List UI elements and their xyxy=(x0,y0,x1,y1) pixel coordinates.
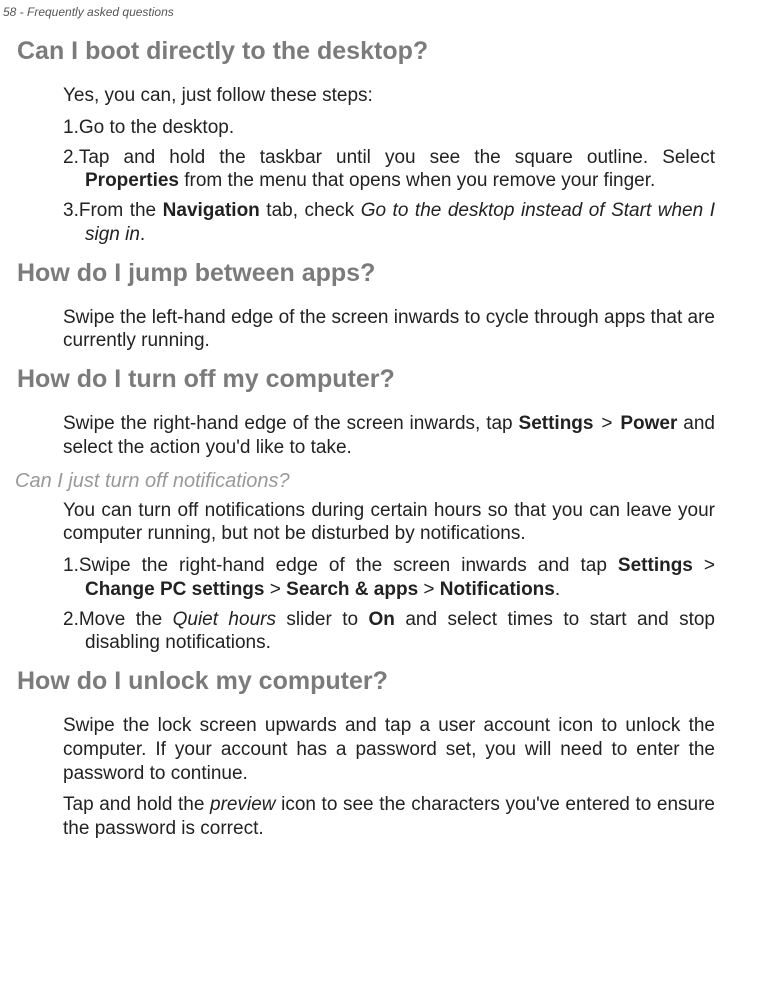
heading-turn-off: How do I turn off my computer? xyxy=(17,365,763,394)
step-text: . xyxy=(140,224,145,245)
step-number: 1. xyxy=(63,117,79,138)
bold-text: Settings xyxy=(519,413,594,434)
step-item: 1.Swipe the right-hand edge of the scree… xyxy=(63,554,715,602)
body-text: Swipe the left-hand edge of the screen i… xyxy=(63,306,715,354)
step-number: 1. xyxy=(63,555,79,576)
step-text: Tap and hold the taskbar until you see t… xyxy=(79,147,715,168)
step-text: tab, check xyxy=(260,200,361,221)
step-number: 2. xyxy=(63,609,79,630)
body-text: Swipe the right-hand edge of the screen … xyxy=(63,412,715,460)
step-item: 3.From the Navigation tab, check Go to t… xyxy=(63,199,715,247)
bold-text: Power xyxy=(620,413,677,434)
separator: > xyxy=(264,579,286,600)
separator: > xyxy=(418,579,440,600)
body-text: Swipe the lock screen upwards and tap a … xyxy=(63,714,715,785)
separator: > xyxy=(693,555,715,576)
step-text: Move the xyxy=(79,609,173,630)
text: Swipe the right-hand edge of the screen … xyxy=(63,413,519,434)
page-header: 58 - Frequently asked questions xyxy=(3,5,763,19)
step-item: 2.Tap and hold the taskbar until you see… xyxy=(63,146,715,194)
step-text: Go to the desktop. xyxy=(79,117,234,138)
bold-text: Properties xyxy=(85,170,179,191)
bold-text: Settings xyxy=(618,555,693,576)
step-text: From the xyxy=(79,200,163,221)
step-number: 3. xyxy=(63,200,79,221)
subheading-notifications: Can I just turn off notifications? xyxy=(15,470,763,493)
body-text: Tap and hold the preview icon to see the… xyxy=(63,793,715,841)
step-text: Swipe the right-hand edge of the screen … xyxy=(79,555,618,576)
italic-text: Quiet hours xyxy=(173,609,276,630)
step-number: 2. xyxy=(63,147,79,168)
heading-jump-apps: How do I jump between apps? xyxy=(17,259,763,288)
bold-text: Notifications xyxy=(440,579,555,600)
heading-unlock: How do I unlock my computer? xyxy=(17,667,763,696)
step-text: slider to xyxy=(276,609,369,630)
intro-text: Yes, you can, just follow these steps: xyxy=(63,84,715,108)
heading-boot-desktop: Can I boot directly to the desktop? xyxy=(17,37,763,66)
separator: > xyxy=(595,413,618,434)
step-text: from the menu that opens when you remove… xyxy=(179,170,655,191)
bold-text: Change PC settings xyxy=(85,579,264,600)
step-text: . xyxy=(555,579,560,600)
text: Tap and hold the xyxy=(63,794,210,815)
step-item: 1.Go to the desktop. xyxy=(63,116,715,140)
step-item: 2.Move the Quiet hours slider to On and … xyxy=(63,608,715,656)
italic-text: preview xyxy=(210,794,275,815)
bold-text: Search & apps xyxy=(286,579,418,600)
bold-text: On xyxy=(369,609,395,630)
body-text: You can turn off notifications during ce… xyxy=(63,499,715,547)
bold-text: Navigation xyxy=(163,200,260,221)
